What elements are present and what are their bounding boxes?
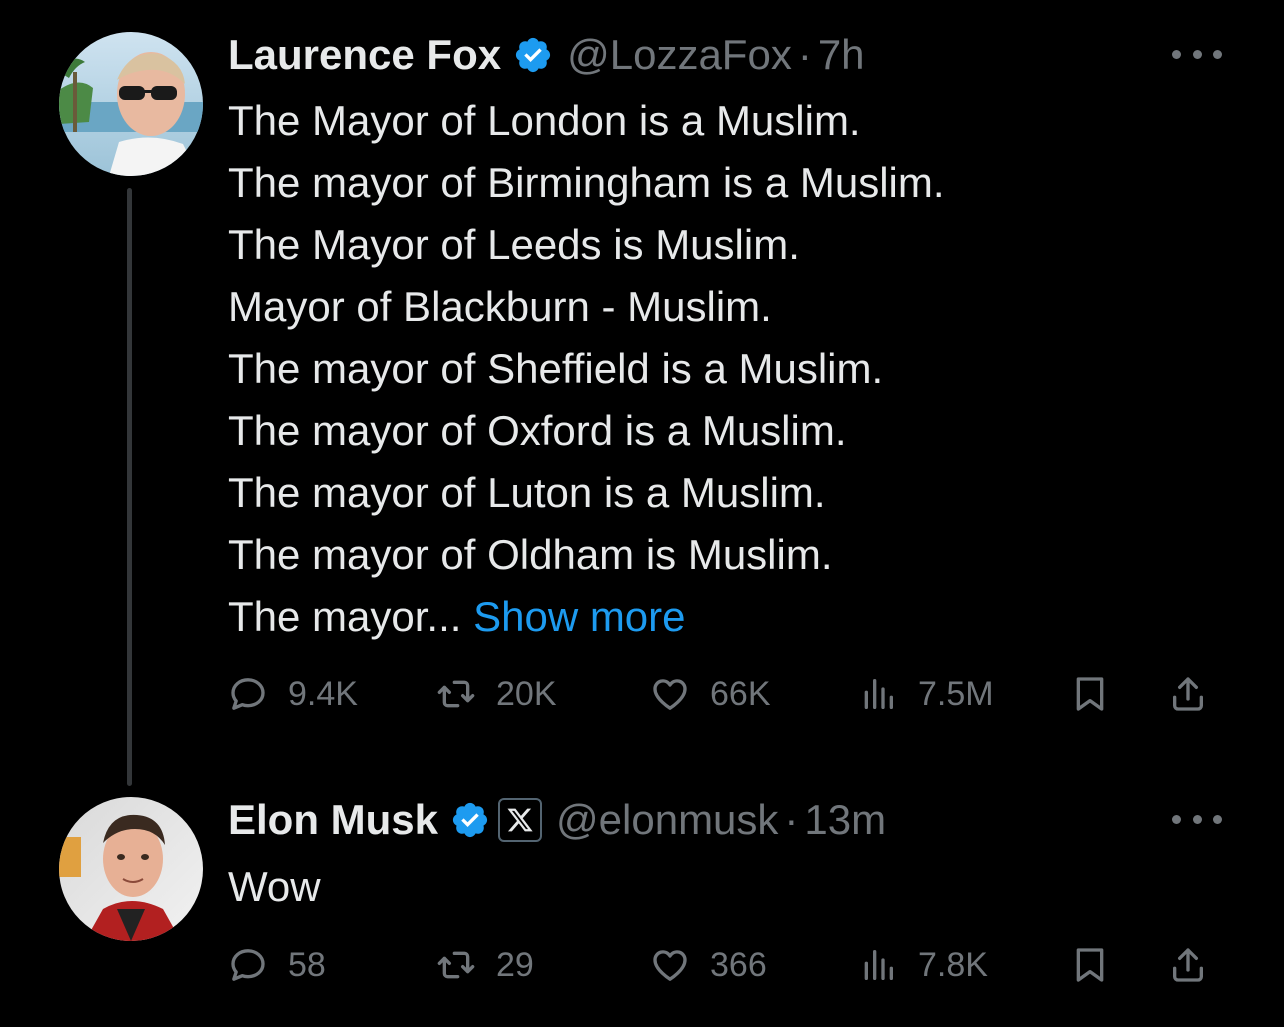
verified-badge-icon[interactable] xyxy=(450,800,490,840)
views-button[interactable]: 7.8K xyxy=(858,941,988,989)
share-icon xyxy=(1173,677,1203,711)
tweet-header: Laurence Fox @LozzaFox · 7h xyxy=(228,30,865,80)
tweet-line: The Mayor of Leeds is Muslim. xyxy=(228,221,800,268)
repost-button[interactable]: 29 xyxy=(436,941,534,989)
display-name[interactable]: Laurence Fox xyxy=(228,31,501,79)
views-count: 7.5M xyxy=(918,674,994,713)
avatar-elon-musk-image xyxy=(59,797,203,941)
like-button[interactable]: 366 xyxy=(650,941,767,989)
tweet-text: Wow xyxy=(228,863,321,910)
user-handle[interactable]: @LozzaFox xyxy=(567,31,792,79)
tweet-line: The Mayor of London is a Muslim. xyxy=(228,97,861,144)
tweet-actions: 58 29 366 7.8K xyxy=(228,941,1228,989)
repost-icon xyxy=(437,680,475,708)
x-logo-icon[interactable] xyxy=(498,798,543,842)
tweet-line: The mayor of Luton is a Muslim. xyxy=(228,469,826,516)
repost-button[interactable]: 20K xyxy=(436,670,557,718)
reply-count: 58 xyxy=(288,945,326,984)
reply-icon xyxy=(231,678,265,710)
truncated-text: The mayor... xyxy=(228,593,462,640)
tweet-line: The mayor of Sheffield is a Muslim. xyxy=(228,345,884,392)
separator-dot: · xyxy=(784,796,799,843)
heart-icon xyxy=(653,679,687,710)
repost-count: 20K xyxy=(496,674,557,713)
share-icon xyxy=(1173,948,1203,982)
show-more-link[interactable]: Show more xyxy=(473,593,685,640)
timestamp[interactable]: 13m xyxy=(804,796,886,844)
tweet-actions: 9.4K 20K 66K 7.5M xyxy=(228,670,1228,718)
reply-icon xyxy=(231,949,265,981)
verified-badge-icon[interactable] xyxy=(513,35,553,75)
views-bar-chart-icon xyxy=(864,679,893,709)
display-name[interactable]: Elon Musk xyxy=(228,796,438,844)
bookmark-icon xyxy=(1076,677,1104,711)
like-button[interactable]: 66K xyxy=(650,670,771,718)
bookmark-icon xyxy=(1076,948,1104,982)
tweet-line: The mayor of Birmingham is a Muslim. xyxy=(228,159,945,206)
repost-icon xyxy=(437,951,475,979)
views-button[interactable]: 7.5M xyxy=(858,670,994,718)
like-count: 66K xyxy=(710,674,771,713)
tweet-line: Mayor of Blackburn - Muslim. xyxy=(228,283,772,330)
more-options-icon[interactable] xyxy=(1172,809,1222,829)
user-handle[interactable]: @elonmusk xyxy=(556,796,778,844)
views-count: 7.8K xyxy=(918,945,988,984)
tweet-line: The mayor of Oldham is Muslim. xyxy=(228,531,833,578)
repost-count: 29 xyxy=(496,945,534,984)
timestamp[interactable]: 7h xyxy=(818,31,865,79)
bookmark-button[interactable] xyxy=(1070,670,1110,718)
tweet-text: The Mayor of London is a Muslim. The may… xyxy=(228,90,945,648)
reply-button[interactable]: 58 xyxy=(228,941,326,989)
thread-connector-line xyxy=(127,188,132,786)
separator-dot: · xyxy=(797,31,812,78)
more-options-icon[interactable] xyxy=(1172,44,1222,64)
avatar-laurence-fox-image xyxy=(59,32,203,176)
avatar[interactable] xyxy=(59,797,203,941)
tweet-header: Elon Musk @elonmusk · 13m xyxy=(228,795,886,845)
bookmark-button[interactable] xyxy=(1070,941,1110,989)
heart-icon xyxy=(653,950,687,981)
tweet-line: The mayor of Oxford is a Muslim. xyxy=(228,407,847,454)
share-button[interactable] xyxy=(1168,670,1208,718)
share-button[interactable] xyxy=(1168,941,1208,989)
reply-button[interactable]: 9.4K xyxy=(228,670,358,718)
like-count: 366 xyxy=(710,945,767,984)
tweet-line-truncated: The mayor... Show more xyxy=(228,586,945,648)
avatar[interactable] xyxy=(59,32,203,176)
views-bar-chart-icon xyxy=(864,950,893,980)
reply-count: 9.4K xyxy=(288,674,358,713)
